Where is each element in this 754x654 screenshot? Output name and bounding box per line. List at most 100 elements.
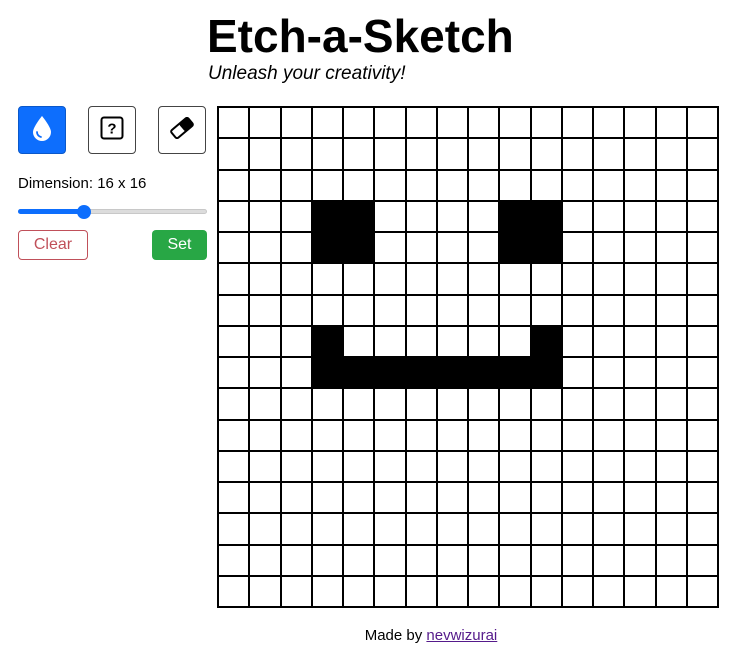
grid-cell[interactable]	[625, 108, 655, 138]
grid-cell[interactable]	[281, 483, 311, 513]
grid-cell[interactable]	[250, 420, 280, 450]
grid-cell[interactable]	[656, 420, 686, 450]
grid-cell[interactable]	[281, 451, 311, 481]
grid-cell[interactable]	[562, 514, 592, 544]
grid-cell[interactable]	[250, 358, 280, 388]
grid-cell[interactable]	[219, 389, 249, 419]
grid-cell[interactable]	[500, 451, 530, 481]
grid-cell[interactable]	[562, 326, 592, 356]
grid-cell[interactable]	[437, 483, 467, 513]
grid-cell[interactable]	[344, 201, 374, 231]
grid-cell[interactable]	[219, 420, 249, 450]
grid-cell[interactable]	[406, 576, 436, 606]
grid-cell[interactable]	[500, 420, 530, 450]
grid-cell[interactable]	[687, 170, 717, 200]
grid-cell[interactable]	[469, 326, 499, 356]
grid-cell[interactable]	[500, 139, 530, 169]
grid-cell[interactable]	[531, 264, 561, 294]
grid-cell[interactable]	[500, 545, 530, 575]
grid-cell[interactable]	[375, 358, 405, 388]
grid-cell[interactable]	[625, 295, 655, 325]
grid-cell[interactable]	[250, 326, 280, 356]
grid-cell[interactable]	[562, 389, 592, 419]
grid-cell[interactable]	[219, 170, 249, 200]
grid-cell[interactable]	[250, 139, 280, 169]
grid-cell[interactable]	[406, 545, 436, 575]
grid-cell[interactable]	[625, 576, 655, 606]
grid-cell[interactable]	[437, 233, 467, 263]
grid-cell[interactable]	[687, 233, 717, 263]
grid-cell[interactable]	[437, 170, 467, 200]
grid-cell[interactable]	[406, 295, 436, 325]
grid-cell[interactable]	[375, 139, 405, 169]
grid-cell[interactable]	[625, 451, 655, 481]
grid-cell[interactable]	[594, 201, 624, 231]
grid-cell[interactable]	[687, 201, 717, 231]
grid-cell[interactable]	[500, 108, 530, 138]
grid-cell[interactable]	[281, 233, 311, 263]
grid-cell[interactable]	[344, 264, 374, 294]
grid-cell[interactable]	[437, 451, 467, 481]
grid-cell[interactable]	[594, 326, 624, 356]
grid-cell[interactable]	[469, 170, 499, 200]
grid-cell[interactable]	[625, 201, 655, 231]
grid-cell[interactable]	[281, 389, 311, 419]
clear-button[interactable]: Clear	[18, 230, 88, 260]
grid-cell[interactable]	[531, 139, 561, 169]
grid-cell[interactable]	[219, 201, 249, 231]
grid-cell[interactable]	[375, 451, 405, 481]
grid-cell[interactable]	[656, 483, 686, 513]
grid-cell[interactable]	[594, 358, 624, 388]
grid-cell[interactable]	[406, 389, 436, 419]
grid-cell[interactable]	[281, 576, 311, 606]
grid-cell[interactable]	[250, 389, 280, 419]
grid-cell[interactable]	[250, 170, 280, 200]
grid-cell[interactable]	[219, 108, 249, 138]
grid-cell[interactable]	[625, 514, 655, 544]
grid-cell[interactable]	[312, 389, 342, 419]
grid-cell[interactable]	[469, 295, 499, 325]
grid-cell[interactable]	[312, 576, 342, 606]
grid-cell[interactable]	[687, 545, 717, 575]
grid-cell[interactable]	[344, 139, 374, 169]
grid-cell[interactable]	[437, 420, 467, 450]
grid-cell[interactable]	[312, 295, 342, 325]
grid-cell[interactable]	[687, 451, 717, 481]
grid-cell[interactable]	[594, 233, 624, 263]
grid-cell[interactable]	[406, 108, 436, 138]
grid-cell[interactable]	[281, 358, 311, 388]
grid-cell[interactable]	[375, 514, 405, 544]
grid-cell[interactable]	[500, 295, 530, 325]
grid-cell[interactable]	[312, 233, 342, 263]
grid-cell[interactable]	[219, 514, 249, 544]
grid-cell[interactable]	[687, 139, 717, 169]
grid-cell[interactable]	[562, 358, 592, 388]
grid-cell[interactable]	[281, 420, 311, 450]
grid-cell[interactable]	[594, 389, 624, 419]
grid-cell[interactable]	[375, 545, 405, 575]
grid-cell[interactable]	[562, 170, 592, 200]
grid-cell[interactable]	[344, 545, 374, 575]
grid-cell[interactable]	[406, 420, 436, 450]
grid-cell[interactable]	[250, 483, 280, 513]
grid-cell[interactable]	[219, 233, 249, 263]
grid-cell[interactable]	[344, 451, 374, 481]
grid-cell[interactable]	[250, 514, 280, 544]
grid-cell[interactable]	[219, 139, 249, 169]
grid-cell[interactable]	[219, 483, 249, 513]
grid-cell[interactable]	[281, 201, 311, 231]
grid-cell[interactable]	[500, 264, 530, 294]
grid-cell[interactable]	[437, 108, 467, 138]
grid-cell[interactable]	[375, 295, 405, 325]
grid-cell[interactable]	[469, 201, 499, 231]
grid-cell[interactable]	[531, 514, 561, 544]
grid-cell[interactable]	[437, 264, 467, 294]
grid-cell[interactable]	[344, 108, 374, 138]
grid-cell[interactable]	[469, 545, 499, 575]
grid-cell[interactable]	[406, 483, 436, 513]
grid-cell[interactable]	[500, 483, 530, 513]
grid-cell[interactable]	[562, 451, 592, 481]
grid-cell[interactable]	[500, 170, 530, 200]
grid-cell[interactable]	[687, 358, 717, 388]
grid-cell[interactable]	[281, 139, 311, 169]
